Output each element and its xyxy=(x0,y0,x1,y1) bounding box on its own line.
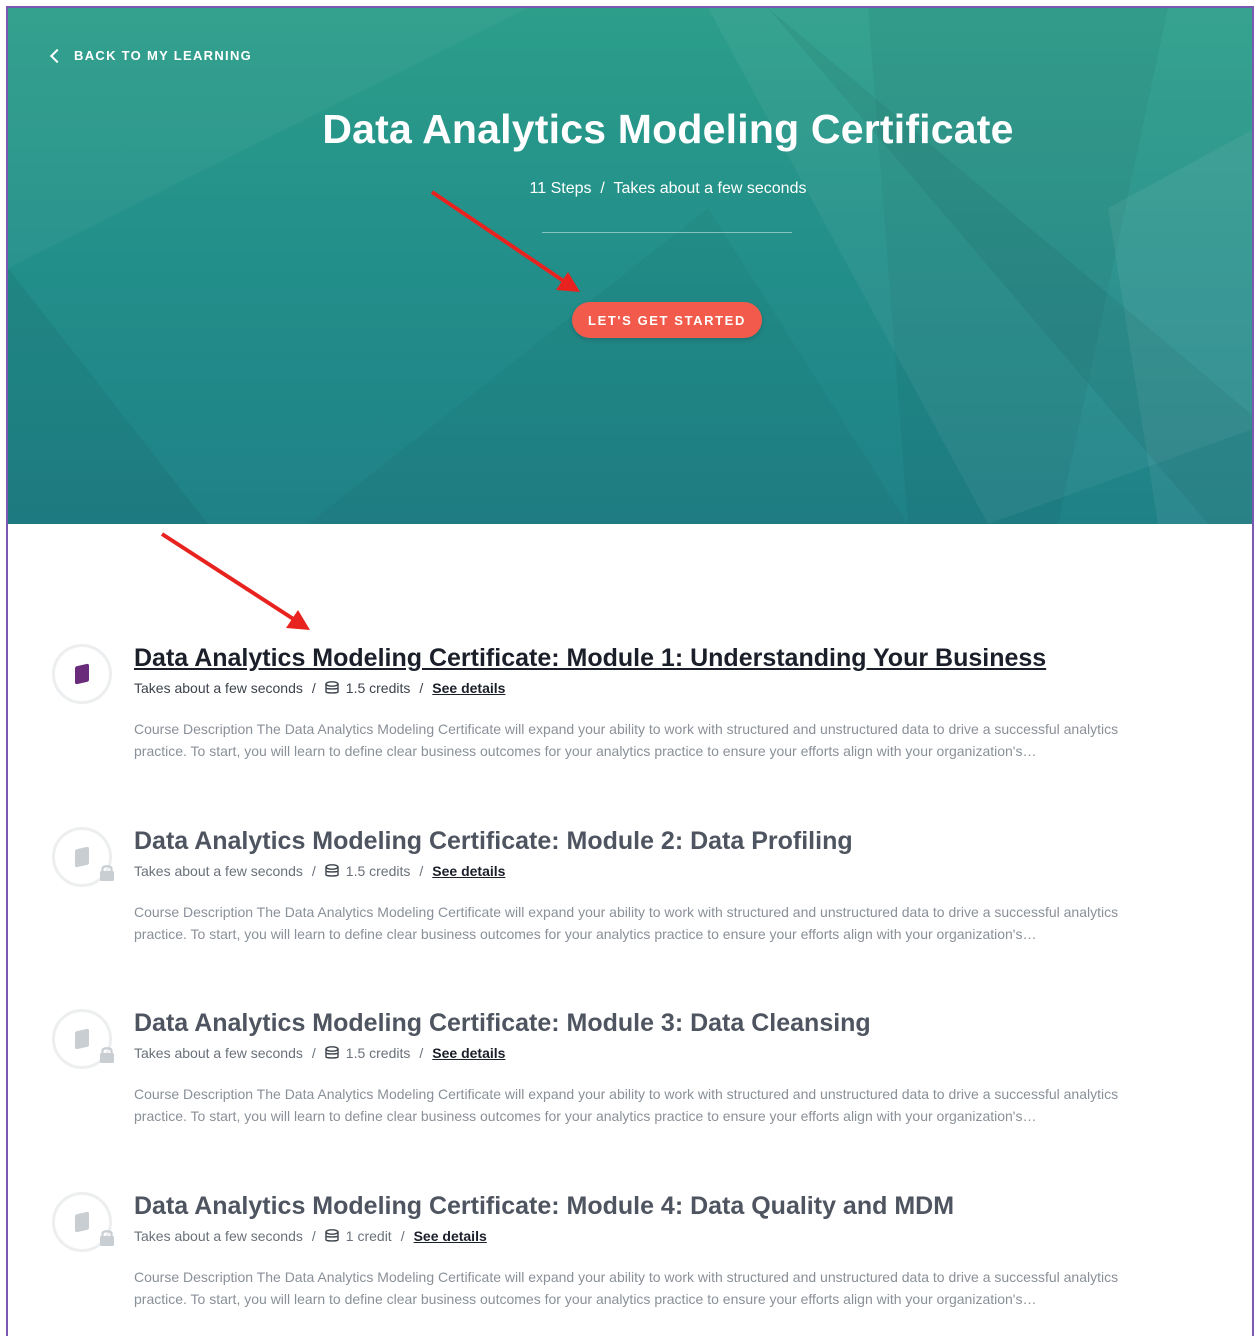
lock-icon xyxy=(100,865,114,881)
meta-separator: / xyxy=(311,1228,316,1244)
database-icon xyxy=(325,1046,339,1059)
module-description: Course Description The Data Analytics Mo… xyxy=(134,721,1119,759)
hero-background-shapes xyxy=(8,8,1252,524)
module-credits: 1.5 credits xyxy=(345,1045,411,1061)
meta-separator: / xyxy=(400,1228,405,1244)
chevron-left-icon xyxy=(49,48,65,63)
module-duration: Takes about a few seconds xyxy=(134,1228,303,1244)
meta-separator: / xyxy=(419,680,424,696)
book-icon xyxy=(75,1028,89,1050)
module-duration: Takes about a few seconds xyxy=(134,863,303,879)
database-icon xyxy=(325,681,339,694)
module-item: Data Analytics Modeling Certificate: Mod… xyxy=(8,827,1252,967)
hero-meta: 11 Steps / Takes about a few seconds xyxy=(8,180,1252,198)
page-frame: BACK TO MY LEARNING Data Analytics Model… xyxy=(6,6,1254,1336)
book-icon xyxy=(75,663,89,685)
lock-icon xyxy=(100,1230,114,1246)
meta-separator: / xyxy=(419,1045,424,1061)
see-details-link[interactable]: See details xyxy=(414,1228,487,1244)
module-credits: 1.5 credits xyxy=(345,680,411,696)
meta-separator: / xyxy=(419,863,424,879)
see-details-link[interactable]: See details xyxy=(432,863,505,879)
meta-separator: / xyxy=(311,1045,316,1061)
module-item: Data Analytics Modeling Certificate: Mod… xyxy=(8,1192,1252,1332)
steps-count: 11 Steps xyxy=(529,180,592,197)
module-credits: 1 credit xyxy=(345,1228,392,1244)
see-details-link[interactable]: See details xyxy=(432,680,505,696)
module-description: Course Description The Data Analytics Mo… xyxy=(134,1269,1119,1307)
red-arrow-to-module-1 xyxy=(160,532,310,630)
module-meta: Takes about a few seconds / 1 credit / S… xyxy=(134,1228,487,1244)
module-title-link[interactable]: Data Analytics Modeling Certificate: Mod… xyxy=(134,644,1046,673)
module-title: Data Analytics Modeling Certificate: Mod… xyxy=(134,1192,955,1220)
module-item: Data Analytics Modeling Certificate: Mod… xyxy=(8,1009,1252,1149)
module-meta: Takes about a few seconds / 1.5 credits … xyxy=(134,863,505,879)
see-details-link[interactable]: See details xyxy=(432,1045,505,1061)
meta-separator: / xyxy=(311,680,316,696)
book-icon xyxy=(75,846,89,868)
meta-separator: / xyxy=(311,863,316,879)
module-meta: Takes about a few seconds / 1.5 credits … xyxy=(134,680,505,696)
module-title: Data Analytics Modeling Certificate: Mod… xyxy=(134,827,853,855)
module-duration: Takes about a few seconds xyxy=(134,1045,303,1061)
module-title: Data Analytics Modeling Certificate: Mod… xyxy=(134,1009,871,1037)
database-icon xyxy=(325,1229,339,1242)
hero-banner: BACK TO MY LEARNING Data Analytics Model… xyxy=(8,8,1252,524)
module-meta: Takes about a few seconds / 1.5 credits … xyxy=(134,1045,505,1061)
back-to-my-learning-link[interactable]: BACK TO MY LEARNING xyxy=(49,48,253,63)
duration-text: Takes about a few seconds xyxy=(613,180,807,197)
module-description: Course Description The Data Analytics Mo… xyxy=(134,904,1119,942)
module-duration: Takes about a few seconds xyxy=(134,680,303,696)
hero-divider xyxy=(542,232,792,233)
lock-icon xyxy=(100,1047,114,1063)
module-item: Data Analytics Modeling Certificate: Mod… xyxy=(8,644,1252,784)
book-icon xyxy=(75,1211,89,1233)
meta-separator: / xyxy=(595,180,610,197)
database-icon xyxy=(325,864,339,877)
module-description: Course Description The Data Analytics Mo… xyxy=(134,1086,1119,1124)
module-credits: 1.5 credits xyxy=(345,863,411,879)
lets-get-started-button[interactable]: LET'S GET STARTED xyxy=(572,302,762,338)
module-icon xyxy=(52,644,112,704)
page-title: Data Analytics Modeling Certificate xyxy=(322,106,1014,152)
back-link-label: BACK TO MY LEARNING xyxy=(74,48,253,63)
